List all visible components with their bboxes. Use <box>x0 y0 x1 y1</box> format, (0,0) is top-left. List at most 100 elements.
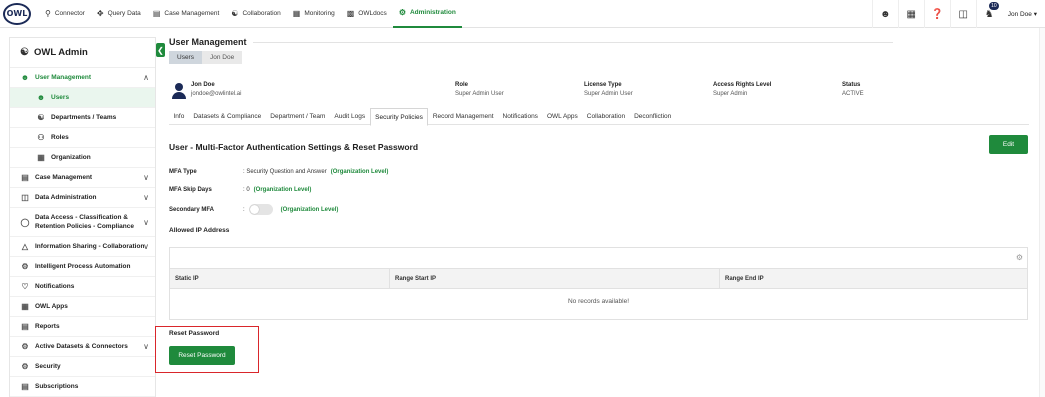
inbox-icon[interactable]: ◫ <box>949 0 976 28</box>
mfa-skip-days-row: MFA Skip Days : 0 (Organization Level) <box>169 187 312 193</box>
nav-owldocs[interactable]: ▩ OWLdocs <box>341 0 393 28</box>
caret-down-icon: ▾ <box>1033 11 1037 18</box>
top-navbar: OWL ⚲ Connector ✥ Query Data ▤ Case Managem… <box>0 0 1045 28</box>
sidebar-item-organization[interactable]: ▦ Organization <box>10 148 155 168</box>
toggle-knob <box>249 205 259 214</box>
column-range-start-ip[interactable]: Range Start IP <box>390 269 720 288</box>
grid-header: Static IP Range Start IP Range End IP <box>170 269 1027 289</box>
sidebar-item-user-management[interactable]: ☻ User Management ∧ <box>10 68 155 88</box>
report-icon: ▤ <box>21 322 29 331</box>
nav-administration[interactable]: ⚙ Administration <box>392 0 462 28</box>
nav-query-data[interactable]: ✥ Query Data <box>91 0 147 28</box>
main-content: User Management Users Jon Doe Jon Doe jon… <box>169 37 1039 320</box>
tab-datasets-compliance[interactable]: Datasets & Compliance <box>189 108 266 125</box>
mfa-type-row: MFA Type : Security Question and Answer … <box>169 169 389 175</box>
case-icon: ▤ <box>21 173 29 182</box>
tab-owl-apps[interactable]: OWL Apps <box>542 108 582 125</box>
breadcrumb: Users Jon Doe <box>169 51 1039 64</box>
search-icon: ⚲ <box>45 9 51 18</box>
teams-icon: ☯ <box>37 113 45 122</box>
admin-sidebar: ☯ OWL Admin ☻ User Management ∧ ☻ Users ☯ Dep… <box>9 37 156 397</box>
breadcrumb-users[interactable]: Users <box>169 51 202 64</box>
database-icon: ◫ <box>21 193 29 202</box>
grid-toolbar: ⚙ <box>170 248 1027 269</box>
move-icon: ✥ <box>96 9 104 18</box>
column-range-end-ip[interactable]: Range End IP <box>720 269 1027 288</box>
user-menu[interactable]: Jon Doe ▾ <box>1002 10 1045 19</box>
secondary-mfa-toggle[interactable] <box>248 204 273 215</box>
monitor-icon: ▦ <box>292 9 301 18</box>
lock-icon: ⚙ <box>21 362 29 371</box>
bell-icon[interactable]: ♞ 10 <box>975 0 1002 28</box>
chevron-down-icon: ∨ <box>143 217 149 227</box>
tab-notifications[interactable]: Notifications <box>498 108 542 125</box>
sidebar-item-users[interactable]: ☻ Users <box>10 88 155 108</box>
section-title: User - Multi-Factor Authentication Setti… <box>169 142 419 152</box>
user-summary: Jon Doe jondoe@owlintel.ai Role Super Admi… <box>169 81 1039 101</box>
sidebar-item-case-management[interactable]: ▤ Case Management ∨ <box>10 168 155 188</box>
apps-icon: ▦ <box>21 302 29 311</box>
sidebar-item-owl-apps[interactable]: ▦ OWL Apps <box>10 297 155 317</box>
tab-audit-logs[interactable]: Audit Logs <box>330 108 370 125</box>
tab-department-team[interactable]: Department / Team <box>266 108 330 125</box>
sidebar-item-roles[interactable]: ⚇ Roles <box>10 128 155 148</box>
sidebar-item-data-administration[interactable]: ◫ Data Administration ∨ <box>10 188 155 208</box>
gear-icon[interactable]: ⚙ <box>1016 253 1023 262</box>
notification-badge: 10 <box>989 2 999 10</box>
sidebar-item-departments[interactable]: ☯ Departments / Teams <box>10 108 155 128</box>
user-group-icon: ☻ <box>20 73 30 82</box>
nav-monitoring[interactable]: ▦ Monitoring <box>287 0 341 28</box>
grid-empty-message: No records available! <box>567 298 630 305</box>
chevron-down-icon: ∨ <box>143 193 149 202</box>
reset-password-button[interactable]: Reset Password <box>169 346 235 365</box>
tab-collaboration[interactable]: Collaboration <box>582 108 629 125</box>
title-divider <box>252 41 893 43</box>
roles-icon: ⚇ <box>37 133 45 142</box>
user-tabs: Info Datasets & Compliance Department / … <box>169 108 1029 126</box>
avatar <box>172 83 186 99</box>
top-right-toolbar: ☻ ▦ ❓ ◫ ♞ 10 Jon Doe ▾ <box>871 0 1045 28</box>
main-nav: ⚲ Connector ✥ Query Data ▤ Case Management … <box>39 0 462 28</box>
nav-case-management[interactable]: ▤ Case Management <box>147 0 225 28</box>
collapse-sidebar-button[interactable]: ❮ <box>156 43 165 57</box>
sidebar-item-reports[interactable]: ▤ Reports <box>10 317 155 337</box>
user-role: Role Super Admin User <box>455 82 504 97</box>
tab-deconfliction[interactable]: Deconfliction <box>630 108 676 125</box>
user-identity: Jon Doe jondoe@owlintel.ai <box>191 82 242 97</box>
nav-connector[interactable]: ⚲ Connector <box>39 0 91 28</box>
sidebar-title: ☯ OWL Admin <box>10 38 155 68</box>
help-icon[interactable]: ❓ <box>923 0 950 28</box>
secondary-mfa-row: Secondary MFA : (Organization Level) <box>169 204 338 215</box>
owl-logo[interactable]: OWL <box>3 2 31 25</box>
sidebar-item-active-datasets[interactable]: ⚙ Active Datasets & Connectors ∨ <box>10 337 155 357</box>
tab-security-policies[interactable]: Security Policies <box>369 108 429 126</box>
page-scrollbar[interactable] <box>1039 28 1045 397</box>
profile-switch-icon[interactable]: ☻ <box>871 0 898 28</box>
chevron-up-icon: ∧ <box>143 73 149 82</box>
sidebar-item-notifications[interactable]: ♡ Notifications <box>10 277 155 297</box>
sidebar-item-subscriptions[interactable]: ▤ Subscriptions <box>10 377 155 397</box>
sidebar-item-process-automation[interactable]: ⚙ Intelligent Process Automation <box>10 257 155 277</box>
tab-info[interactable]: Info <box>169 108 189 125</box>
user-license: License Type Super Admin User <box>584 82 633 97</box>
chevron-left-icon: ❮ <box>157 45 164 55</box>
reset-password-title: Reset Password <box>169 330 220 337</box>
shield-icon: ◯ <box>20 217 30 227</box>
admin-icon: ⚙ <box>398 8 406 17</box>
automation-icon: ⚙ <box>21 262 29 271</box>
chevron-down-icon: ∨ <box>143 342 149 351</box>
calendar-icon[interactable]: ▦ <box>897 0 924 28</box>
sidebar-item-security[interactable]: ⚙ Security <box>10 357 155 377</box>
user-status: Status ACTIVE <box>842 82 864 97</box>
chevron-down-icon: ∨ <box>143 173 149 182</box>
nav-collaboration[interactable]: ☯ Collaboration <box>225 0 286 28</box>
people-icon: ☯ <box>231 9 239 18</box>
page-title: User Management <box>169 37 1039 47</box>
column-static-ip[interactable]: Static IP <box>170 269 390 288</box>
sidebar-item-information-sharing[interactable]: △ Information Sharing - Collaboration ∨ <box>10 237 155 257</box>
users-icon: ☻ <box>36 93 46 102</box>
bell-icon: ♡ <box>21 282 29 291</box>
edit-button[interactable]: Edit <box>989 135 1028 154</box>
sidebar-item-data-access[interactable]: ◯ Data Access - Classification & Retentio… <box>10 208 155 237</box>
tab-record-management[interactable]: Record Management <box>428 108 498 125</box>
